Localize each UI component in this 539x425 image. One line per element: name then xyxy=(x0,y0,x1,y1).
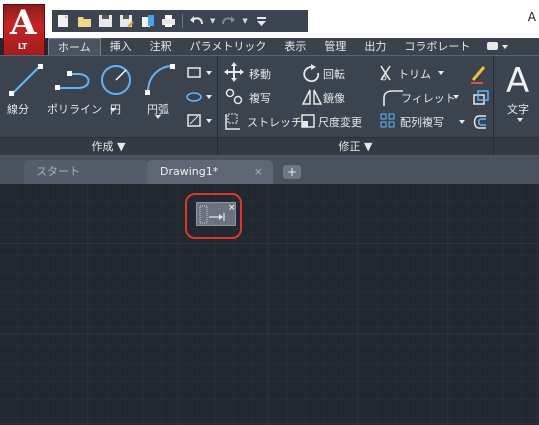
text-icon: A xyxy=(506,61,529,122)
svg-text:A: A xyxy=(506,61,529,101)
arc-tool-label[interactable]: 円弧 xyxy=(147,101,169,117)
scale-icon xyxy=(301,114,315,128)
ribbon-tab-bar: ホーム 挿入 注釈 パラメトリック 表示 管理 出力 コラボレート xyxy=(48,38,539,55)
erase-icon xyxy=(471,66,486,84)
annotation-panel-title[interactable] xyxy=(494,137,539,156)
draw-panel: 線分 ポリライン 円 円弧 作成 ▼ xyxy=(0,56,218,156)
array-tool-label[interactable]: 配列複写 xyxy=(400,114,444,130)
rotate-icon xyxy=(303,64,320,83)
drawing-canvas[interactable] xyxy=(0,184,539,425)
polyline-tool-label[interactable]: ポリライン xyxy=(47,101,102,117)
start-tab[interactable]: スタート xyxy=(24,160,148,184)
new-icon[interactable] xyxy=(56,14,71,28)
stretch-icon xyxy=(225,113,240,130)
undo-dropdown-icon[interactable]: ▼ xyxy=(210,17,215,25)
hatch-icon xyxy=(187,114,212,127)
document-tab-bar: スタート Drawing1* × + xyxy=(0,155,539,184)
highlight-circle xyxy=(185,193,242,239)
rotate-tool-label[interactable]: 回転 xyxy=(323,66,345,82)
polyline-icon xyxy=(55,71,90,90)
drawing1-tab[interactable]: Drawing1* × xyxy=(147,160,273,184)
text-tool-label[interactable]: 文字 xyxy=(507,101,529,117)
draw-panel-title[interactable]: 作成 ▼ xyxy=(0,137,217,156)
move-tool-label[interactable]: 移動 xyxy=(249,66,271,82)
redo-icon[interactable] xyxy=(221,14,236,28)
line-icon xyxy=(9,64,43,96)
rectangle-icon xyxy=(187,67,212,78)
redo-dropdown-icon[interactable]: ▼ xyxy=(242,17,247,25)
tab-manage[interactable]: 管理 xyxy=(315,38,355,55)
app-logo-sub: LT xyxy=(18,42,28,51)
scale-tool-label[interactable]: 尺度変更 xyxy=(318,114,362,130)
ellipse-icon xyxy=(186,92,212,102)
trim-tool-label[interactable]: トリム xyxy=(398,66,431,82)
tab-insert[interactable]: 挿入 xyxy=(101,38,141,55)
customize-qat-icon[interactable] xyxy=(254,14,269,28)
mirror-icon xyxy=(301,89,323,105)
tab-view[interactable]: 表示 xyxy=(275,38,315,55)
explode-icon xyxy=(473,90,489,105)
offset-icon xyxy=(473,115,486,129)
ribbon-display-toggle-icon[interactable] xyxy=(484,40,510,53)
drawing1-tab-label: Drawing1* xyxy=(160,165,219,178)
tab-home[interactable]: ホーム xyxy=(48,38,101,55)
move-icon xyxy=(224,62,244,82)
annotation-panel: A 文字 xyxy=(494,56,539,156)
mirror-tool-label[interactable]: 鏡像 xyxy=(323,90,345,106)
modify-panel-title[interactable]: 修正 ▼ xyxy=(218,137,493,156)
copy-tool-label[interactable]: 複写 xyxy=(249,90,271,106)
web-mobile-icon[interactable] xyxy=(140,14,155,28)
draw-tool-icons xyxy=(9,64,212,127)
open-icon[interactable] xyxy=(77,14,92,28)
stretch-tool-label[interactable]: ストレッチ xyxy=(247,114,302,130)
circle-tool-label[interactable]: 円 xyxy=(110,101,121,117)
tab-collaborate[interactable]: コラボレート xyxy=(395,38,479,55)
ribbon-panel-area: 線分 ポリライン 円 円弧 作成 ▼ 移動 回転 トリム 複写 鏡像 フィレット… xyxy=(0,55,539,156)
tab-output[interactable]: 出力 xyxy=(355,38,395,55)
save-as-icon[interactable] xyxy=(119,14,134,28)
line-tool-label[interactable]: 線分 xyxy=(7,101,29,117)
save-icon[interactable] xyxy=(98,14,113,28)
app-logo-letter: A xyxy=(10,3,37,43)
qat-separator xyxy=(182,14,183,28)
copy-icon xyxy=(225,88,243,105)
print-icon[interactable] xyxy=(161,14,176,28)
window-title: A xyxy=(527,10,536,24)
undo-icon[interactable] xyxy=(189,14,204,28)
new-tab-button[interactable]: + xyxy=(283,165,301,179)
tab-annotate[interactable]: 注釈 xyxy=(141,38,181,55)
start-tab-label: スタート xyxy=(36,165,80,178)
application-menu-button[interactable]: A LT xyxy=(3,3,45,56)
close-tab-icon[interactable]: × xyxy=(254,160,263,184)
fillet-tool-label[interactable]: フィレット xyxy=(401,90,456,106)
quick-access-toolbar: ▼ ▼ xyxy=(52,10,308,32)
modify-panel: 移動 回転 トリム 複写 鏡像 フィレット ストレッチ 尺度変更 配列複写 修正… xyxy=(218,56,494,156)
tab-parametric[interactable]: パラメトリック xyxy=(181,38,276,55)
